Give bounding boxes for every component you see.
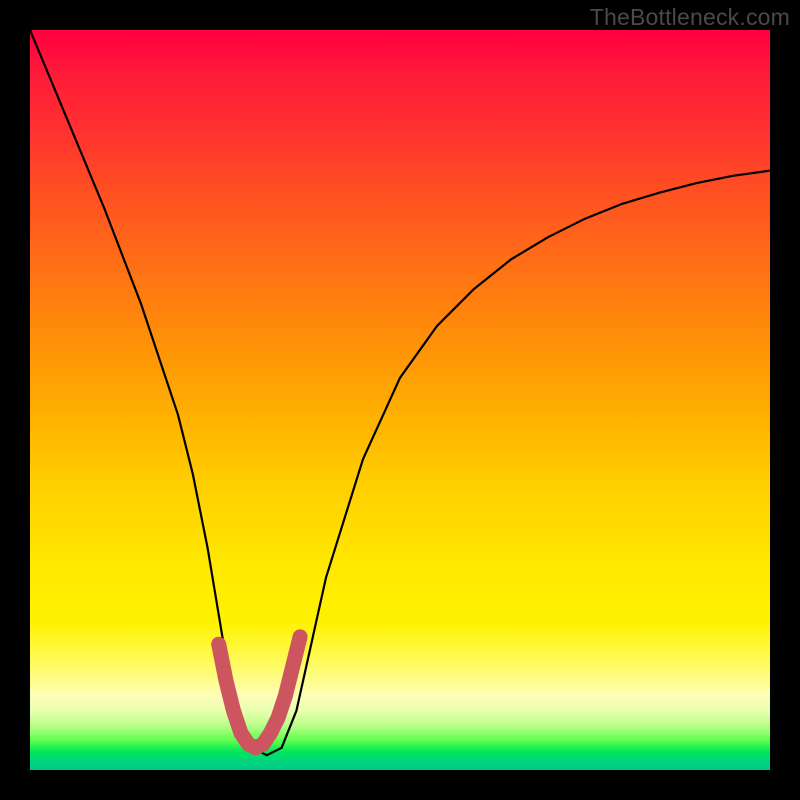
chart-frame: TheBottleneck.com [0,0,800,800]
watermark-text: TheBottleneck.com [590,4,790,31]
plot-area [30,30,770,770]
bottleneck-curve [30,30,770,755]
curve-svg [30,30,770,770]
